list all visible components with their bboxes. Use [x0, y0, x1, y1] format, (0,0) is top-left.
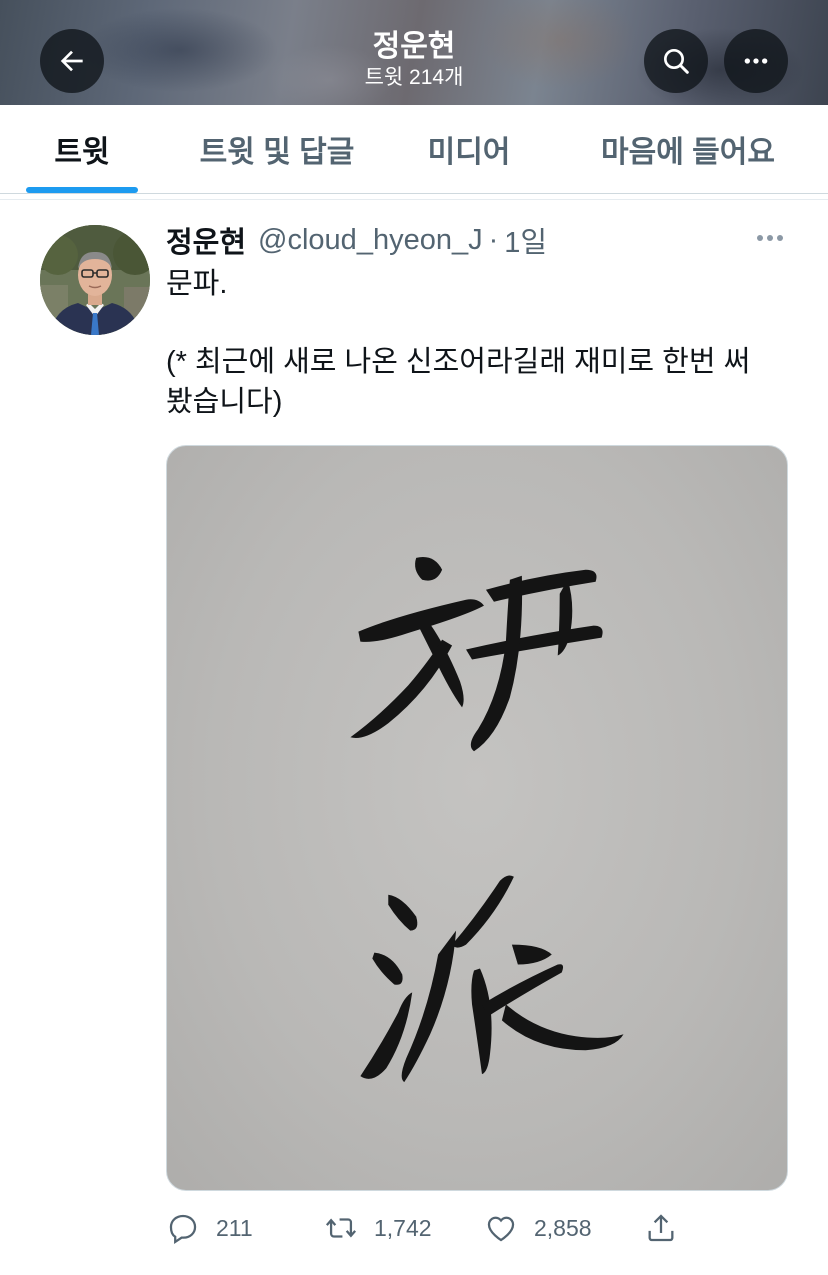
profile-tabs: 트윗 트윗 및 답글 미디어 마음에 들어요: [0, 105, 828, 194]
profile-header: 정운현 트윗 214개: [0, 0, 828, 105]
tweet-more-icon[interactable]: [754, 226, 786, 250]
meta-separator: ·: [488, 223, 499, 256]
calligraphy-image: [350, 557, 624, 1083]
user-handle[interactable]: @cloud_hyeon_J: [258, 224, 483, 257]
tweet-text-line: (* 최근에 새로 나온 신조어라길래 재미로 한번 써: [166, 346, 751, 378]
tweet-timestamp[interactable]: 1일: [504, 219, 547, 261]
reply-count: 211: [216, 1214, 253, 1241]
heart-icon: [487, 1216, 515, 1242]
search-button[interactable]: [644, 29, 708, 93]
reply-button[interactable]: 211: [166, 1205, 253, 1251]
tab-likes[interactable]: 마음에 들어요: [548, 105, 828, 193]
search-icon: [664, 49, 689, 74]
display-name[interactable]: 정운현: [166, 219, 246, 261]
tweet-image[interactable]: [166, 445, 788, 1191]
avatar[interactable]: [40, 225, 150, 335]
retweet-icon: [325, 1218, 357, 1238]
like-count: 2,858: [534, 1214, 592, 1241]
tweet-text-line: 봤습니다): [166, 386, 283, 418]
reply-icon: [169, 1214, 197, 1245]
share-button[interactable]: [644, 1205, 678, 1251]
share-icon: [648, 1214, 674, 1242]
tab-media[interactable]: 미디어: [390, 105, 548, 193]
profile-photo: [40, 225, 150, 335]
more-button[interactable]: [724, 29, 788, 93]
tweet-actions: 211 1,742 2,858: [166, 1205, 786, 1251]
active-tab-indicator: [26, 187, 138, 193]
tab-tweets-and-replies[interactable]: 트윗 및 답글: [164, 105, 390, 193]
tweet-text-line: 문파.: [166, 268, 228, 300]
retweet-count: 1,742: [374, 1214, 432, 1241]
divider: [0, 199, 828, 200]
tweet-header: 정운현 @cloud_hyeon_J · 1일: [166, 220, 547, 260]
tab-tweets[interactable]: 트윗: [0, 105, 164, 193]
like-button[interactable]: 2,858: [484, 1205, 592, 1251]
retweet-button[interactable]: 1,742: [324, 1205, 432, 1251]
more-horizontal-icon: [744, 58, 768, 64]
